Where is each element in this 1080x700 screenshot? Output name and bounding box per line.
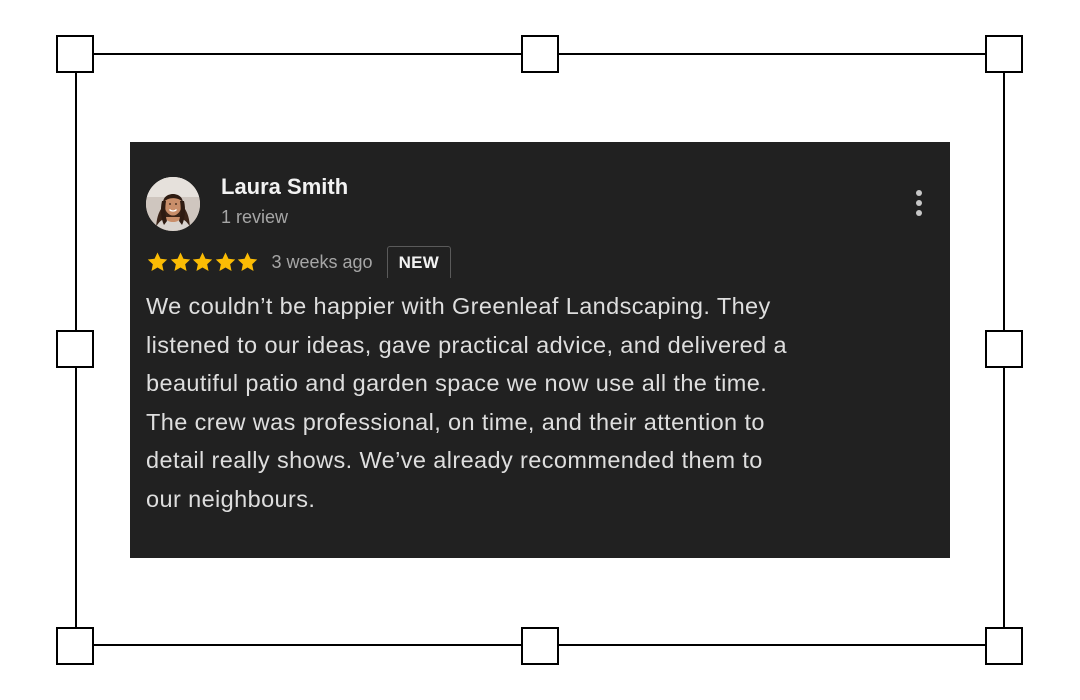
resize-handle-bottom-center[interactable] (521, 627, 559, 665)
resize-handle-middle-right[interactable] (985, 330, 1023, 368)
resize-handle-top-left[interactable] (56, 35, 94, 73)
star-icon (192, 252, 213, 271)
resize-handle-bottom-left[interactable] (56, 627, 94, 665)
star-icon (237, 252, 258, 271)
resize-handle-top-center[interactable] (521, 35, 559, 73)
star-icon (170, 252, 190, 271)
review-card: Laura Smith 1 review 3 weeks ago NEW We … (130, 142, 950, 558)
reviewer-name[interactable]: Laura Smith (221, 174, 348, 200)
star-rating (146, 245, 259, 279)
review-date: 3 weeks ago (271, 251, 373, 272)
star-icon (147, 252, 168, 271)
rating-row: 3 weeks ago NEW (146, 245, 452, 279)
canvas: Laura Smith 1 review 3 weeks ago NEW We … (0, 0, 1080, 700)
more-vertical-icon[interactable] (912, 190, 926, 218)
reviewer-review-count: 1 review (221, 207, 289, 227)
new-badge: NEW (386, 246, 452, 278)
resize-handle-top-right[interactable] (985, 35, 1023, 73)
resize-handle-bottom-right[interactable] (985, 627, 1023, 665)
review-text: We couldn’t be happier with Greenleaf La… (146, 293, 787, 512)
star-icon (215, 252, 235, 271)
avatar[interactable] (146, 177, 200, 231)
resize-handle-middle-left[interactable] (56, 330, 94, 368)
avatar-photo (146, 177, 200, 231)
